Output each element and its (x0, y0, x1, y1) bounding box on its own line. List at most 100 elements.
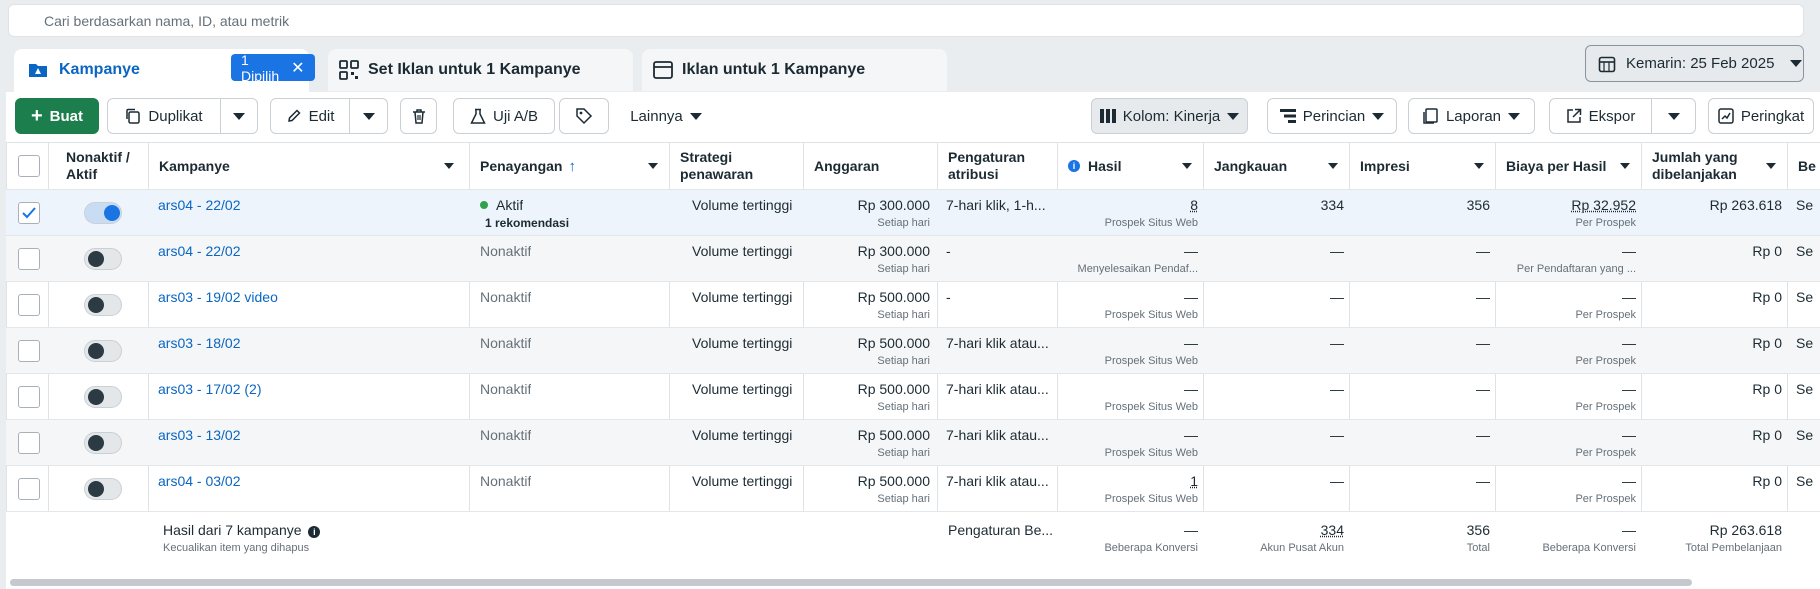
columns-button[interactable]: Kolom: Kinerja (1091, 98, 1248, 134)
toggle-knob (88, 251, 104, 267)
tab-campaigns[interactable]: Kampanye 1 Dipilih ✕ (14, 49, 315, 93)
tag-button[interactable] (559, 98, 609, 134)
campaign-name-link[interactable]: ars03 - 17/02 (2) (158, 381, 262, 397)
export-menu-button[interactable] (1652, 98, 1696, 134)
budget-value[interactable]: Rp 500.000 (806, 289, 930, 305)
row-checkbox[interactable] (18, 202, 40, 224)
summary-spent-sub: Total Pembelanjaan (1685, 542, 1782, 554)
table-row[interactable]: ars03 - 17/02 (2) Nonaktif Volume tertingg… (6, 373, 1820, 419)
column-header-reach[interactable]: Jangkauan (1214, 143, 1348, 189)
chevron-down-icon (1508, 112, 1521, 120)
delete-button[interactable] (400, 98, 437, 134)
next-column-value: Se (1796, 381, 1814, 397)
table-row[interactable]: ars03 - 13/02 Nonaktif Volume tertinggi Rp … (6, 419, 1820, 465)
column-header-results[interactable]: i Hasil (1068, 143, 1202, 189)
next-column-value: Se (1796, 243, 1814, 259)
campaign-name-link[interactable]: ars03 - 13/02 (158, 427, 241, 443)
status-toggle[interactable] (84, 294, 122, 316)
column-header-toggle[interactable]: Nonaktif / Aktif (66, 143, 146, 189)
delivery-status: Nonaktif (480, 335, 532, 351)
horizontal-scrollbar[interactable] (10, 579, 1692, 586)
row-checkbox[interactable] (18, 248, 40, 270)
toggle-knob (88, 343, 104, 359)
row-checkbox[interactable] (18, 294, 40, 316)
row-checkbox[interactable] (18, 386, 40, 408)
trash-icon (412, 108, 425, 124)
ab-test-button[interactable]: Uji A/B (453, 98, 555, 134)
reports-button[interactable]: Laporan (1408, 98, 1535, 134)
cpr-type: Per Prospek (1575, 217, 1636, 229)
table-row[interactable]: ars04 - 22/02 Aktif 1 rekomendasi Volume te… (6, 189, 1820, 235)
budget-value[interactable]: Rp 500.000 (806, 427, 930, 443)
bid-strategy: Volume tertinggi (692, 289, 793, 305)
budget-value[interactable]: Rp 300.000 (806, 197, 930, 213)
cpr-type: Per Pendaftaran yang ... (1516, 263, 1636, 275)
table-row[interactable]: ars03 - 18/02 Nonaktif Volume tertinggi Rp … (6, 327, 1820, 373)
info-icon[interactable]: i (1068, 160, 1080, 172)
campaign-name-link[interactable]: ars04 - 22/02 (158, 243, 241, 259)
budget-value[interactable]: Rp 500.000 (806, 335, 930, 351)
campaign-name-link[interactable]: ars04 - 22/02 (158, 197, 241, 213)
budget-value[interactable]: Rp 500.000 (806, 473, 930, 489)
status-toggle[interactable] (84, 340, 122, 362)
status-toggle[interactable] (84, 432, 122, 454)
clear-selection-icon[interactable]: ✕ (291, 58, 304, 78)
selected-count-badge[interactable]: 1 Dipilih ✕ (231, 52, 315, 84)
status-toggle[interactable] (84, 478, 122, 500)
duplicate-button[interactable]: Duplikat (107, 98, 221, 134)
duplicate-menu-button[interactable] (221, 98, 258, 134)
export-button[interactable]: Ekspor (1549, 98, 1652, 134)
edit-button[interactable]: Edit (270, 98, 350, 134)
column-header-impressions[interactable]: Impresi (1360, 143, 1494, 189)
column-header-attribution[interactable]: Pengaturan atribusi (948, 143, 1056, 189)
attribution-value: 7-hari klik atau... (946, 427, 1049, 443)
status-toggle[interactable] (84, 248, 122, 270)
campaign-name-link[interactable]: ars03 - 18/02 (158, 335, 241, 351)
breakdown-button[interactable]: Perincian (1267, 98, 1397, 134)
table-row[interactable]: ars04 - 22/02 Nonaktif Volume tertinggi Rp … (6, 235, 1820, 281)
column-header-cost-per-result[interactable]: Biaya per Hasil (1506, 143, 1640, 189)
ranking-button[interactable]: Peringkat (1708, 98, 1814, 134)
table-row[interactable]: ars03 - 19/02 video Nonaktif Volume tertin… (6, 281, 1820, 327)
column-header-amount-spent[interactable]: Jumlah yang dibelanjakan (1652, 143, 1786, 189)
column-header-next[interactable]: Be (1798, 143, 1820, 189)
tab-adsets[interactable]: Set Iklan untuk 1 Kampanye (328, 49, 633, 91)
row-checkbox[interactable] (18, 340, 40, 362)
campaign-name-link[interactable]: ars04 - 03/02 (158, 473, 241, 489)
budget-period: Setiap hari (877, 355, 930, 367)
duplicate-label: Duplikat (148, 107, 203, 125)
export-icon (1566, 108, 1581, 123)
bid-strategy: Volume tertinggi (692, 427, 793, 443)
column-header-budget[interactable]: Anggaran (814, 143, 934, 189)
column-header-campaign[interactable]: Kampanye (159, 143, 464, 189)
row-checkbox[interactable] (18, 432, 40, 454)
tab-adsets-label: Set Iklan untuk 1 Kampanye (368, 61, 581, 78)
delivery-status: Nonaktif (480, 473, 532, 489)
search-bar[interactable]: Cari berdasarkan nama, ID, atau metrik (8, 4, 1804, 37)
select-all-checkbox[interactable] (18, 155, 40, 177)
more-button[interactable]: Lainnya (621, 98, 711, 134)
campaign-name-link[interactable]: ars03 - 19/02 video (158, 289, 278, 305)
cpr-value: — (1622, 243, 1636, 259)
summary-results-sub: Beberapa Konversi (1104, 542, 1198, 554)
status-toggle[interactable] (84, 202, 122, 224)
tab-ads[interactable]: Iklan untuk 1 Kampanye (642, 49, 947, 91)
flask-icon (470, 108, 486, 124)
recommendation-link[interactable]: 1 rekomendasi (485, 216, 569, 230)
date-range-picker[interactable]: Kemarin: 25 Feb 2025 (1585, 45, 1804, 82)
row-checkbox[interactable] (18, 478, 40, 500)
spent-value: Rp 0 (1752, 335, 1782, 351)
budget-value[interactable]: Rp 300.000 (806, 243, 930, 259)
pencil-icon (287, 109, 301, 122)
edit-menu-button[interactable] (350, 98, 388, 134)
budget-value[interactable]: Rp 500.000 (806, 381, 930, 397)
column-header-bid-strategy[interactable]: Strategi penawaran (680, 143, 800, 189)
results-value: 1 (1190, 473, 1198, 489)
status-toggle[interactable] (84, 386, 122, 408)
column-header-delivery[interactable]: Penayangan ↑ (480, 143, 668, 189)
search-input[interactable]: Cari berdasarkan nama, ID, atau metrik (44, 13, 289, 29)
table-row[interactable]: ars04 - 03/02 Nonaktif Volume tertinggi Rp … (6, 465, 1820, 511)
info-icon[interactable]: i (308, 526, 321, 538)
bid-strategy: Volume tertinggi (692, 335, 793, 351)
create-button[interactable]: + Buat (15, 98, 99, 134)
